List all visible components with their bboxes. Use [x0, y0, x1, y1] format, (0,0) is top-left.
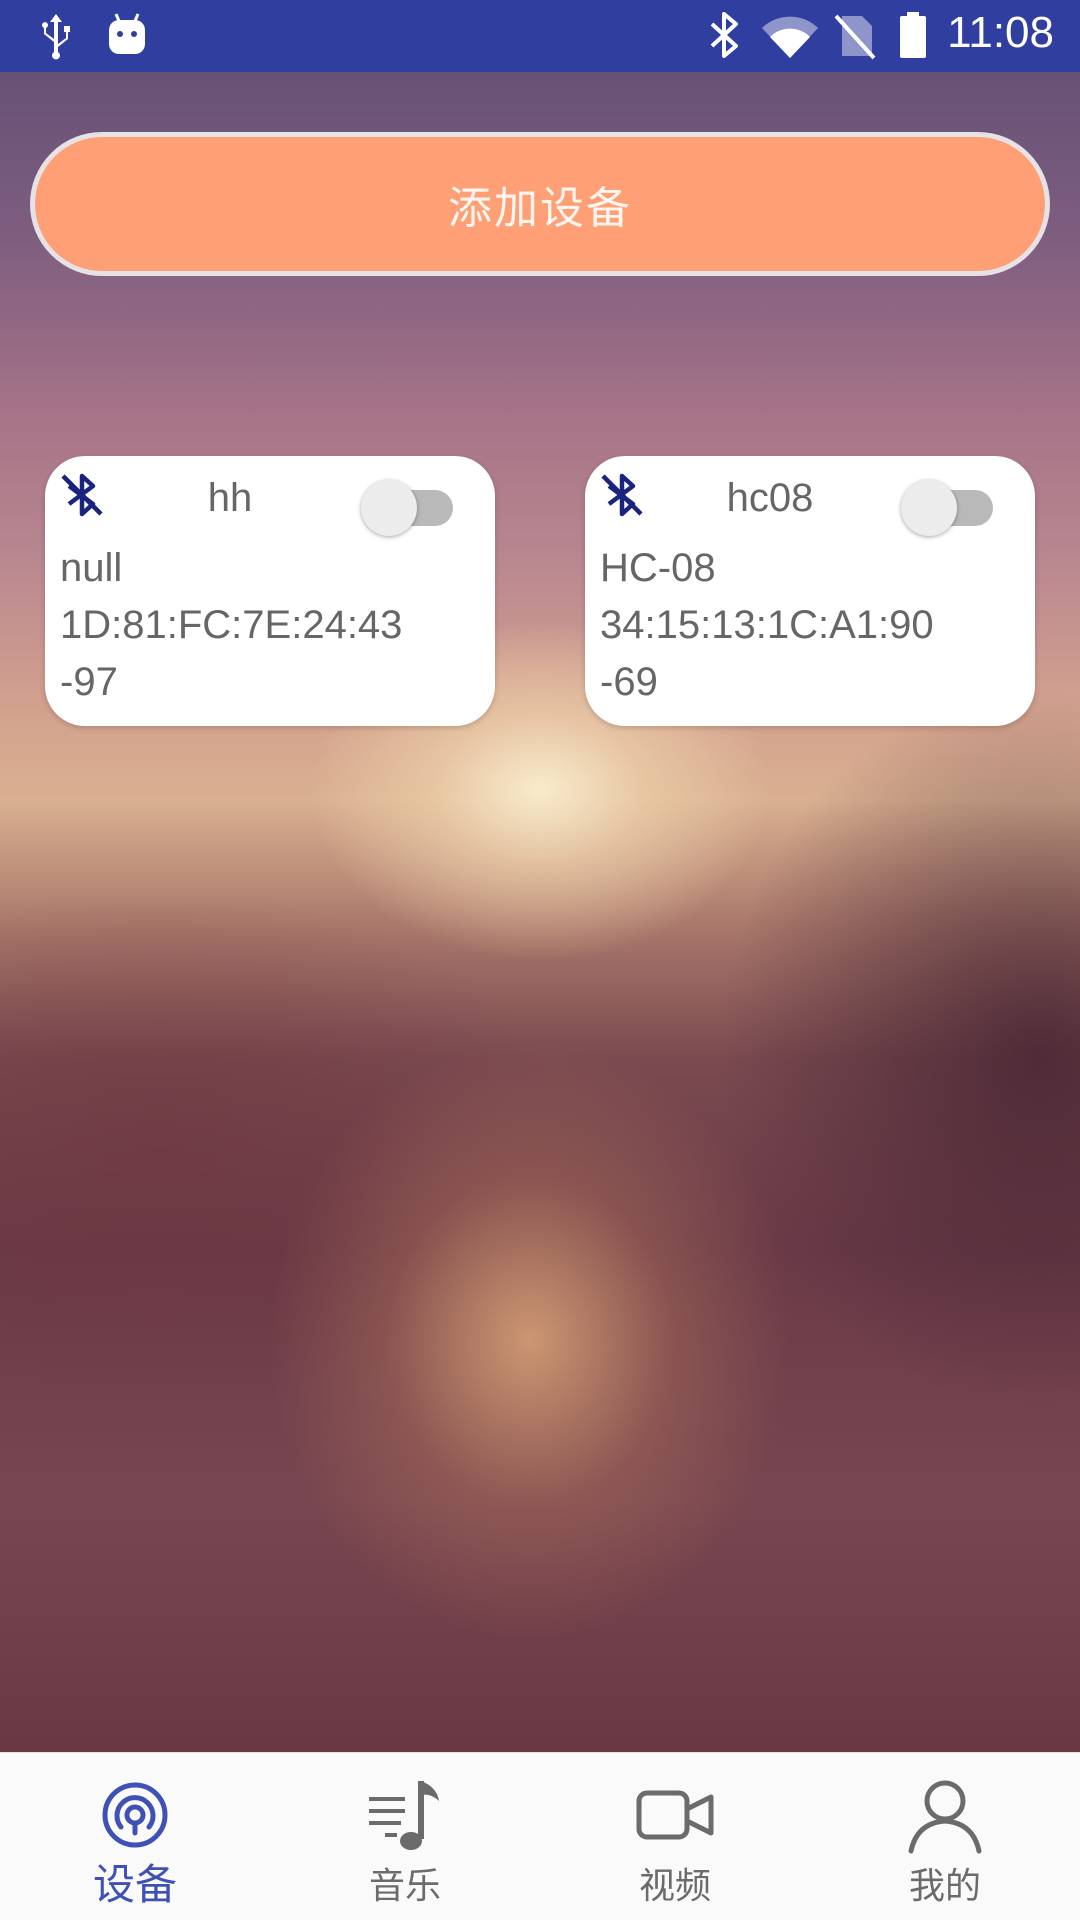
- music-icon: [369, 1781, 439, 1850]
- device-card[interactable]: hc08 HC-08 34:15:13:1C:A1:90 -69: [585, 456, 1035, 726]
- no-sim-icon: [834, 14, 876, 60]
- device-mac-address: 34:15:13:1C:A1:90: [600, 603, 934, 647]
- add-device-button[interactable]: 添加设备: [30, 132, 1050, 276]
- screen: 11:08 添加设备 hh null 1D:81:FC:7E:24:43 -97…: [0, 0, 1080, 1920]
- nav-label: 设备: [92, 1860, 177, 1909]
- nav-tab-music[interactable]: 音乐: [270, 1753, 540, 1920]
- nav-tab-video[interactable]: 视频: [540, 1753, 810, 1920]
- toggle-thumb: [361, 480, 417, 536]
- nav-label: 我的: [908, 1866, 981, 1907]
- device-rssi: -69: [600, 660, 658, 704]
- usb-icon: [42, 14, 70, 60]
- bluetooth-disabled-icon: [61, 473, 103, 517]
- status-bar: 11:08: [0, 0, 1080, 72]
- bluetooth-icon: [710, 12, 738, 58]
- android-debug-icon: [109, 13, 145, 54]
- person-icon: [908, 1780, 982, 1854]
- bottom-navigation: 设备 音乐 视频 我的: [0, 1752, 1080, 1920]
- device-name: hc08: [726, 476, 814, 520]
- device-card[interactable]: hh null 1D:81:FC:7E:24:43 -97: [45, 456, 495, 726]
- connect-toggle[interactable]: [901, 478, 997, 536]
- nav-label: 视频: [638, 1866, 711, 1907]
- wifi-icon: [762, 16, 818, 59]
- video-camera-icon: [636, 1790, 714, 1840]
- connect-toggle[interactable]: [361, 478, 457, 536]
- nav-tab-devices[interactable]: 设备: [0, 1753, 270, 1920]
- battery-icon: [900, 12, 926, 58]
- nav-tab-profile[interactable]: 我的: [810, 1753, 1080, 1920]
- bluetooth-disabled-icon: [601, 473, 643, 517]
- device-rssi: -97: [60, 660, 118, 704]
- clock: 11:08: [947, 8, 1054, 57]
- device-name: hh: [207, 476, 253, 520]
- device-type: HC-08: [600, 546, 716, 590]
- device-broadcast-icon: [102, 1782, 168, 1848]
- toggle-thumb: [901, 480, 957, 536]
- device-mac-address: 1D:81:FC:7E:24:43: [60, 603, 403, 647]
- device-type: null: [60, 546, 123, 590]
- nav-label: 音乐: [368, 1866, 441, 1907]
